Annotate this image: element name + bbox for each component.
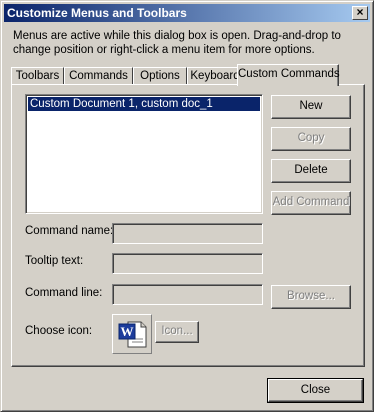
word-document-icon: W bbox=[118, 321, 147, 348]
tab-custom-commands[interactable]: Custom Commands bbox=[237, 64, 340, 86]
info-text: Menus are active while this dialog box i… bbox=[13, 30, 341, 56]
tab-strip: Toolbars Commands Options Keyboard Custo… bbox=[11, 64, 365, 86]
window-title: Customize Menus and Toolbars bbox=[7, 6, 187, 20]
new-button[interactable]: New bbox=[271, 95, 351, 119]
command-line-label: Command line: bbox=[25, 287, 103, 299]
delete-button[interactable]: Delete bbox=[271, 159, 351, 183]
tab-keyboard[interactable]: Keyboard bbox=[187, 67, 243, 85]
tab-toolbars[interactable]: Toolbars bbox=[11, 67, 64, 85]
list-item[interactable]: Custom Document 1, custom doc_1 bbox=[28, 97, 260, 111]
tooltip-text-field[interactable] bbox=[112, 253, 263, 274]
tab-commands[interactable]: Commands bbox=[64, 67, 133, 85]
tab-options[interactable]: Options bbox=[133, 67, 187, 85]
tooltip-text-label: Tooltip text: bbox=[25, 255, 84, 267]
icon-button[interactable]: Icon... bbox=[155, 321, 199, 343]
customize-dialog: Customize Menus and Toolbars × Menus are… bbox=[0, 0, 374, 412]
add-command-button[interactable]: Add Command bbox=[271, 191, 351, 215]
close-icon[interactable]: × bbox=[352, 6, 368, 20]
title-bar[interactable]: Customize Menus and Toolbars × bbox=[4, 4, 370, 22]
copy-button[interactable]: Copy bbox=[271, 127, 351, 151]
icon-letter: W bbox=[121, 324, 134, 339]
command-line-field[interactable] bbox=[112, 284, 263, 305]
command-name-label: Command name: bbox=[25, 225, 114, 237]
close-button[interactable]: Close bbox=[267, 378, 364, 403]
custom-command-list[interactable]: Custom Document 1, custom doc_1 bbox=[25, 94, 263, 214]
command-name-field[interactable] bbox=[112, 223, 263, 244]
browse-button[interactable]: Browse... bbox=[271, 285, 351, 309]
icon-preview[interactable]: W bbox=[112, 314, 152, 354]
choose-icon-label: Choose icon: bbox=[25, 325, 93, 337]
